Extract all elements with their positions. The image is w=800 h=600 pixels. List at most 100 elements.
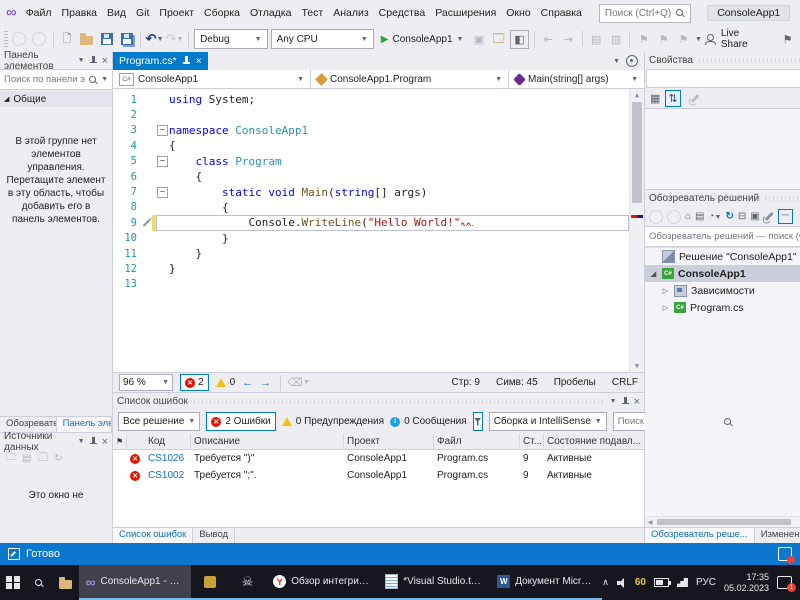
errors-filter-button[interactable]: ✕ 2 Ошибки [206,412,275,431]
tree-item[interactable]: ◢C#ConsoleApp1 [645,265,800,282]
platform-dropdown[interactable]: Any CPU▼ [271,29,374,49]
properties-object-dropdown[interactable]: ▼ [646,69,800,88]
column-severity[interactable]: ⚑ [113,434,127,449]
editor-warnings-indicator[interactable]: 0 [216,377,236,388]
configure-icon[interactable]: 🗔 [37,450,48,467]
prev-issue-icon[interactable]: ← [242,377,253,389]
tab-list-icon[interactable]: ▼ [613,58,620,65]
tab-output[interactable]: Вывод [193,528,235,543]
navigate-back-icon[interactable] [11,31,28,48]
refresh-icon[interactable]: ↻ [54,453,62,464]
taskbar-app-visual-studio[interactable]: ∞ConsoleApp1 - Mic... [79,565,191,600]
pin-icon[interactable] [621,397,630,407]
error-code[interactable]: CS1026 [145,453,191,464]
battery-icon[interactable] [654,578,669,587]
window-menu-icon[interactable]: ▼ [610,398,617,405]
horizontal-scrollbar[interactable]: ◀ ▶ [645,516,800,527]
open-file-icon[interactable] [79,31,96,48]
taskbar-app-notepad[interactable]: *Visual Studio.txt – ... [378,565,490,600]
error-code[interactable]: CS1002 [145,470,191,481]
scope-dropdown[interactable]: Все решение▼ [118,412,200,431]
project-dropdown[interactable]: C# ConsoleApp1 ▼ [113,70,311,88]
member-dropdown[interactable]: Main(string[] args) ▼ [509,70,644,88]
alphabetical-sort-icon[interactable]: ⇅ [665,90,680,107]
feedback-icon[interactable]: ⚑ [779,31,796,48]
menu-item[interactable]: Сборка [199,0,245,26]
error-row[interactable]: ✕CS1002Требуется ";".ConsoleApp1Program.… [113,467,644,484]
code-line[interactable]: 8 { [113,200,629,215]
pending-changes-filter-icon[interactable]: ◔▼ [709,211,722,222]
close-icon[interactable]: × [102,437,108,447]
preview-selected-items-icon[interactable]: ─ [778,209,793,224]
menu-item[interactable]: Правка [57,0,102,26]
fold-collapse-icon[interactable]: − [157,187,168,198]
bookmark-icon[interactable]: ⚑ [635,31,652,48]
taskbar-app-word[interactable]: WДокумент Microso... [490,565,602,600]
column-line[interactable]: Ст... [520,434,544,449]
taskbar-app-game[interactable] [191,565,229,600]
menu-item[interactable]: Расширения [430,0,501,26]
categorized-icon[interactable]: ▦ [650,92,660,105]
add-data-source-icon[interactable]: 🗀 [6,450,16,467]
quick-search-box[interactable]: Поиск (Ctrl+Q) [599,4,691,23]
uncomment-icon[interactable]: ▥ [608,31,625,48]
menu-item[interactable]: Окно [501,0,535,26]
configuration-dropdown[interactable]: Debug▼ [194,29,267,49]
pin-icon[interactable] [89,437,98,447]
menu-item[interactable]: Файл [21,0,57,26]
column-description[interactable]: Описание [191,434,344,449]
back-icon[interactable] [649,210,663,224]
code-editor[interactable]: 1using System;23−namespace ConsoleApp14{… [113,89,644,372]
cursor-line-indicator[interactable]: Стр: 9 [452,377,480,388]
code-line[interactable]: 10 } [113,231,629,246]
new-project-icon[interactable]: 🗋 [59,31,76,48]
fold-collapse-icon[interactable]: − [157,125,168,136]
start-debugging-button[interactable]: ▶ ConsoleApp1 ▼ [377,34,468,45]
notification-bell-icon[interactable] [778,547,792,561]
home-icon[interactable]: ⌂ [685,211,691,222]
menu-item[interactable]: Отладка [245,0,297,26]
menu-item[interactable]: Анализ [328,0,373,26]
clear-filter-icon[interactable]: ⌫▼ [290,374,307,391]
switch-views-icon[interactable]: ▤ [695,211,704,222]
code-line[interactable]: 5− class Program [113,154,629,169]
source-filter-dropdown[interactable]: Сборка и IntelliSense▼ [489,412,607,431]
clock[interactable]: 17:35 05.02.2023 [724,572,769,594]
column-file[interactable]: Файл [434,434,520,449]
pin-icon[interactable] [182,56,191,66]
pin-icon[interactable] [89,56,98,66]
toolbox-section-header[interactable]: ◢ Общие [0,91,112,107]
menu-item[interactable]: Справка [536,0,587,26]
error-row[interactable]: ✕CS1026Требуется ")"ConsoleApp1Program.c… [113,450,644,467]
tab-solution-explorer[interactable]: Обозреватель реше... [645,528,755,543]
column-code[interactable]: Код [145,434,191,449]
scroll-left-icon[interactable]: ◀ [645,519,655,526]
code-line[interactable]: 6 { [113,169,629,184]
toolbox-search-box[interactable]: Поиск по панели элемен ▼ [0,69,112,90]
code-line[interactable]: 13 [113,277,629,292]
cursor-column-indicator[interactable]: Симв: 45 [496,377,538,388]
save-icon[interactable] [98,31,115,48]
prev-bookmark-icon[interactable]: ⚑ [675,31,692,48]
taskbar-search-button[interactable] [26,565,52,600]
forward-icon[interactable] [667,210,681,224]
start-button[interactable] [0,565,26,600]
window-menu-icon[interactable]: ▼ [78,57,85,64]
indent-decrease-icon[interactable]: ⇤ [540,31,557,48]
warnings-filter-button[interactable]: 0 Предупреждения [282,416,384,427]
editor-vertical-scrollbar[interactable]: ▲ ▼ [629,89,644,372]
expander-expanded-icon[interactable]: ◢ [649,270,658,278]
code-line[interactable]: 1using System; [113,92,629,107]
scroll-down-icon[interactable]: ▼ [630,360,644,372]
navigate-forward-icon[interactable] [31,31,48,48]
toolbar-overflow-icon[interactable]: ▼ [695,36,702,43]
menu-item[interactable]: Вид [102,0,131,26]
taskbar-app-yandex[interactable]: YОбзор интегриров... [266,565,378,600]
code-line[interactable]: 9 Console.WriteLine("Hello World!" [113,215,629,230]
column-project[interactable]: Проект [344,434,434,449]
filter-button[interactable] [473,412,483,431]
menu-item[interactable]: Тест [296,0,328,26]
edit-data-source-icon[interactable]: ▤ [22,453,31,464]
messages-filter-button[interactable]: i 0 Сообщения [390,416,467,427]
scrollbar-thumb[interactable] [657,519,791,525]
